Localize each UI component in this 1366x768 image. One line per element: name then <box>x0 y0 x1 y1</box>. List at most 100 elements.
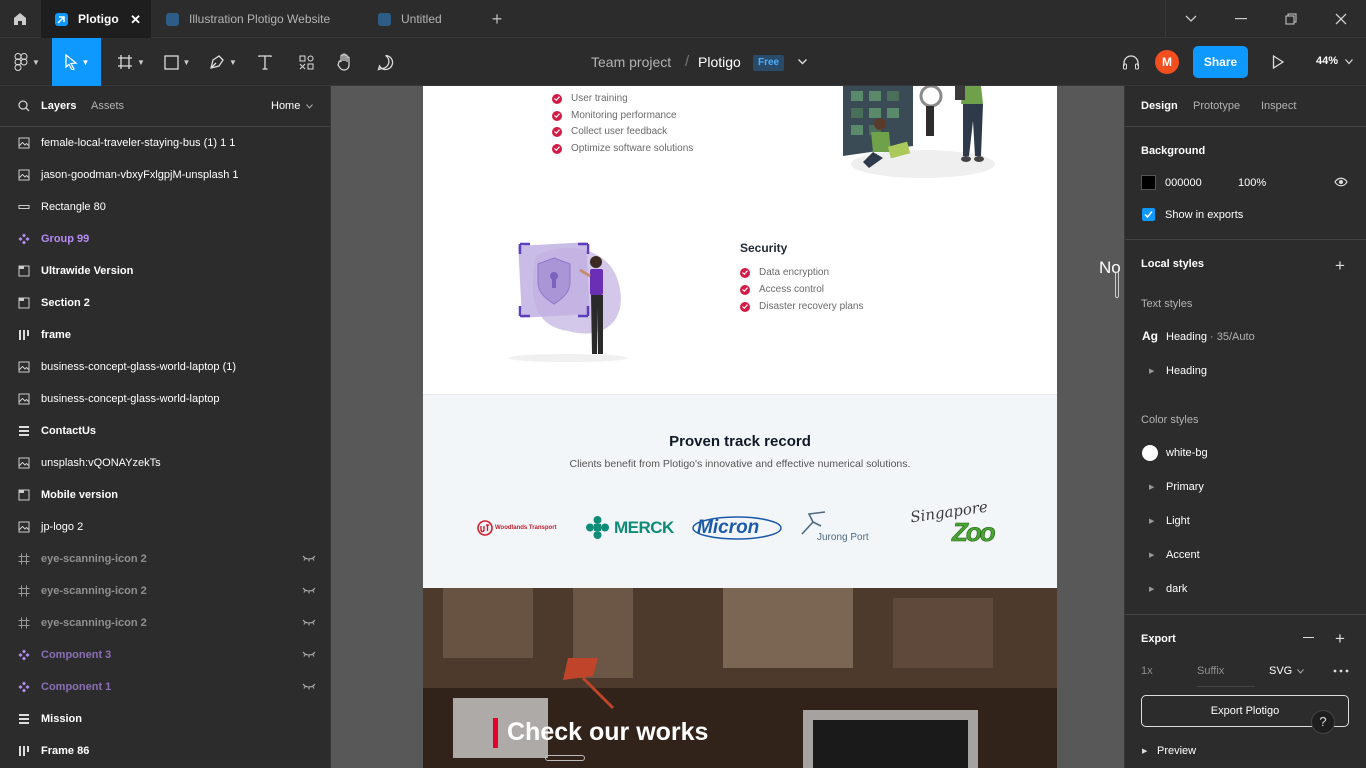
add-export-button[interactable]: + <box>1335 629 1345 649</box>
export-suffix-input[interactable]: Suffix <box>1197 665 1255 687</box>
add-style-button[interactable]: + <box>1335 256 1345 276</box>
list-item-text: Access control <box>759 284 825 295</box>
move-tool[interactable]: ▼ <box>52 38 101 86</box>
layer-row[interactable]: eye-scanning-icon 2 <box>0 607 330 639</box>
help-button[interactable]: ? <box>1311 710 1335 734</box>
close-tab-icon[interactable]: ✕ <box>130 12 141 28</box>
tab-prototype[interactable]: Prototype <box>1193 100 1240 112</box>
text-style-name: Heading <box>1166 331 1207 343</box>
background-opacity[interactable]: 100% <box>1238 177 1266 189</box>
layer-row[interactable]: Component 3 <box>0 639 330 671</box>
color-style-group[interactable]: Primary <box>1166 481 1204 493</box>
hidden-eye-icon[interactable] <box>302 618 316 626</box>
tab-untitled[interactable]: Untitled <box>364 0 474 38</box>
color-swatch[interactable] <box>1141 175 1156 190</box>
expand-arrow-icon[interactable]: ▶ <box>1149 585 1154 593</box>
export-scale[interactable]: 1x <box>1141 665 1153 677</box>
minimize-button[interactable] <box>1226 0 1256 38</box>
layer-row[interactable]: jason-goodman-vbxyFxlgpjM-unsplash 1 <box>0 159 330 191</box>
layer-row[interactable]: Mobile version <box>0 479 330 511</box>
layer-name: Group 99 <box>41 233 90 245</box>
color-style-group[interactable]: dark <box>1166 583 1187 595</box>
shape-tool[interactable]: ▼ <box>156 38 198 86</box>
canvas[interactable]: User training Monitoring performance Col… <box>331 86 1124 768</box>
layer-row[interactable]: Component 1 <box>0 671 330 703</box>
tab-layers[interactable]: Layers <box>41 100 76 112</box>
tab-design[interactable]: Design <box>1141 100 1178 112</box>
layer-row[interactable]: ContactUs <box>0 415 330 447</box>
text-style-item[interactable]: Heading · 35/Auto <box>1166 331 1255 343</box>
text-tool[interactable] <box>250 38 280 86</box>
hidden-eye-icon[interactable] <box>302 586 316 594</box>
layer-row[interactable]: Frame 86 <box>0 735 330 767</box>
chevron-down-icon[interactable] <box>1297 669 1304 674</box>
hidden-eye-icon[interactable] <box>302 682 316 690</box>
hidden-eye-icon[interactable] <box>302 554 316 562</box>
search-icon[interactable] <box>18 100 30 112</box>
resources-tool[interactable] <box>290 38 322 86</box>
layer-row[interactable]: Rectangle 80 <box>0 191 330 223</box>
share-button[interactable]: Share <box>1193 46 1248 78</box>
pen-tool[interactable]: ▼ <box>202 38 244 86</box>
export-format-select[interactable]: SVG <box>1269 665 1292 677</box>
canvas-scrollbar[interactable] <box>1115 272 1119 298</box>
layer-row[interactable]: eye-scanning-icon 2 <box>0 543 330 575</box>
scroll-handle[interactable] <box>545 755 585 761</box>
expand-arrow-icon[interactable]: ▶ <box>1149 551 1154 559</box>
layer-row[interactable]: Section 2 <box>0 287 330 319</box>
layer-row[interactable]: unsplash:vQONAYzekTs <box>0 447 330 479</box>
more-options-icon[interactable] <box>1333 669 1349 673</box>
zoom-menu-icon[interactable] <box>1345 59 1353 65</box>
page-selector[interactable]: Home <box>271 100 300 112</box>
eye-icon[interactable] <box>1334 177 1348 187</box>
avatar[interactable]: M <box>1155 50 1179 74</box>
file-name[interactable]: Plotigo <box>698 54 741 70</box>
tab-inspect[interactable]: Inspect <box>1261 100 1296 112</box>
chevron-down-icon[interactable] <box>306 104 313 109</box>
layer-row[interactable]: business-concept-glass-world-laptop (1) <box>0 351 330 383</box>
layer-name: Section 2 <box>41 297 90 309</box>
layer-row[interactable]: Group 99 <box>0 223 330 255</box>
home-button[interactable] <box>0 0 40 38</box>
layer-row[interactable]: frame <box>0 319 330 351</box>
tab-assets[interactable]: Assets <box>91 100 124 112</box>
show-in-exports-checkbox[interactable] <box>1142 208 1155 221</box>
new-tab-button[interactable]: + <box>484 0 510 38</box>
present-button[interactable] <box>1266 38 1290 86</box>
website-frame[interactable]: User training Monitoring performance Col… <box>423 86 1057 768</box>
layer-row[interactable]: business-concept-glass-world-laptop <box>0 383 330 415</box>
layer-row[interactable]: female-local-traveler-staying-bus (1) 1 … <box>0 127 330 159</box>
minus-icon[interactable] <box>1303 637 1314 639</box>
tab-bar: Plotigo ✕ Illustration Plotigo Website U… <box>0 0 1366 38</box>
tab-plotigo[interactable]: Plotigo ✕ <box>41 0 151 38</box>
text-style-group[interactable]: Heading <box>1166 365 1207 377</box>
restore-button[interactable] <box>1276 0 1306 38</box>
rectangle-icon <box>18 201 30 213</box>
expand-arrow-icon[interactable]: ▶ <box>1142 747 1147 755</box>
expand-arrow-icon[interactable]: ▶ <box>1149 483 1154 491</box>
audio-button[interactable] <box>1118 38 1144 86</box>
tab-list-button[interactable] <box>1176 0 1206 38</box>
comment-tool[interactable] <box>370 38 400 86</box>
layer-row[interactable]: eye-scanning-icon 2 <box>0 575 330 607</box>
color-style-item[interactable]: white-bg <box>1166 447 1208 459</box>
project-name[interactable]: Team project <box>591 54 671 70</box>
color-style-group[interactable]: Accent <box>1166 549 1200 561</box>
layer-row[interactable]: Ultrawide Version <box>0 255 330 287</box>
expand-arrow-icon[interactable]: ▶ <box>1149 367 1154 375</box>
layer-row[interactable]: jp-logo 2 <box>0 511 330 543</box>
background-hex[interactable]: 000000 <box>1165 177 1202 189</box>
column-layout-icon <box>18 745 30 757</box>
main-menu-button[interactable]: ▼ <box>6 38 48 86</box>
tab-illustration[interactable]: Illustration Plotigo Website <box>152 0 362 38</box>
color-style-group[interactable]: Light <box>1166 515 1190 527</box>
hidden-eye-icon[interactable] <box>302 650 316 658</box>
zoom-level[interactable]: 44% <box>1316 55 1338 67</box>
layer-row[interactable]: Mission <box>0 703 330 735</box>
close-window-button[interactable] <box>1326 0 1356 38</box>
preview-toggle[interactable]: Preview <box>1157 745 1196 757</box>
file-menu-button[interactable] <box>793 38 811 86</box>
hand-tool[interactable] <box>330 38 360 86</box>
frame-tool[interactable]: ▼ <box>110 38 152 86</box>
expand-arrow-icon[interactable]: ▶ <box>1149 517 1154 525</box>
